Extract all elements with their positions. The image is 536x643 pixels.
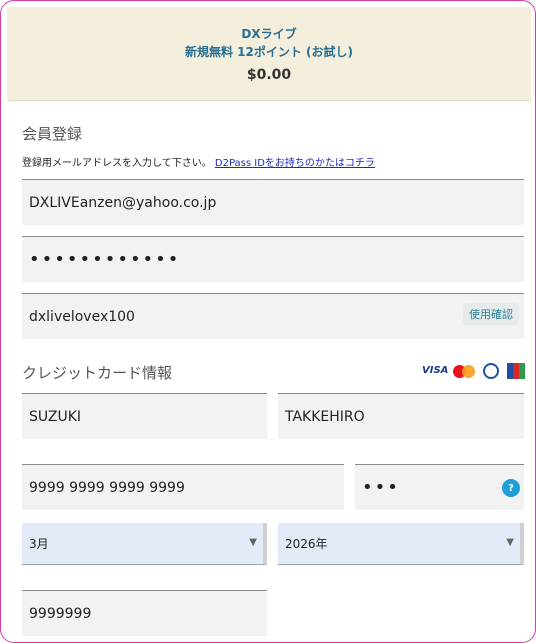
chevron-down-icon: ▼: [249, 537, 257, 548]
last-name-value: SUZUKI: [29, 408, 82, 425]
card-number-value: 9999 9999 9999 9999: [29, 479, 185, 496]
username-field[interactable]: dxlivelovex100 使用確認: [22, 293, 524, 339]
email-field[interactable]: DXLIVEanzen@yahoo.co.jp: [22, 179, 524, 225]
check-availability-button[interactable]: 使用確認: [463, 303, 519, 325]
credit-card-section-title: クレジットカード情報: [22, 364, 173, 382]
jcb-icon: [507, 363, 525, 379]
expiry-month-select[interactable]: 3月 ▼: [22, 523, 267, 565]
cardholder-last-name-field[interactable]: SUZUKI: [22, 393, 267, 439]
cvv-field[interactable]: ••• ?: [355, 464, 524, 510]
signup-form-frame: DXライブ 新規無料 12ポイント (お試し) $0.00 会員登録 登録用メー…: [0, 0, 536, 643]
card-number-field[interactable]: 9999 9999 9999 9999: [22, 464, 344, 510]
username-value: dxlivelovex100: [29, 308, 135, 325]
postal-code-field[interactable]: 9999999: [22, 590, 267, 636]
email-value: DXLIVEanzen@yahoo.co.jp: [29, 194, 217, 211]
email-instruction-text: 登録用メールアドレスを入力して下さい。: [22, 158, 212, 169]
password-field[interactable]: ••••••••••••: [22, 236, 524, 282]
password-mask: ••••••••••••: [29, 249, 181, 270]
mastercard-icon: [453, 363, 475, 379]
cardholder-first-name-field[interactable]: TAKKEHIRO: [278, 393, 524, 439]
expiry-month-value: 3月: [29, 537, 49, 551]
price: $0.00: [246, 67, 292, 83]
cvv-mask: •••: [362, 477, 400, 498]
visa-icon: VISA: [422, 365, 449, 376]
email-instruction: 登録用メールアドレスを入力して下さい。 D2Pass IDをお持ちのかたはコチラ: [22, 154, 375, 169]
plan-name: 新規無料 12ポイント (お試し): [184, 45, 354, 59]
expiry-year-select[interactable]: 2026年 ▼: [278, 523, 524, 565]
diners-club-icon: [483, 363, 499, 379]
accepted-cards: VISA: [422, 363, 525, 379]
first-name-value: TAKKEHIRO: [285, 408, 365, 425]
postal-code-value: 9999999: [29, 605, 92, 622]
cvv-help-icon[interactable]: ?: [502, 479, 520, 497]
product-name: DXライブ: [241, 27, 297, 41]
order-summary-header: DXライブ 新規無料 12ポイント (お試し) $0.00: [7, 7, 531, 101]
d2pass-login-link[interactable]: D2Pass IDをお持ちのかたはコチラ: [215, 158, 375, 169]
expiry-year-value: 2026年: [285, 537, 328, 551]
membership-section-title: 会員登録: [22, 125, 83, 143]
chevron-down-icon: ▼: [506, 537, 514, 548]
